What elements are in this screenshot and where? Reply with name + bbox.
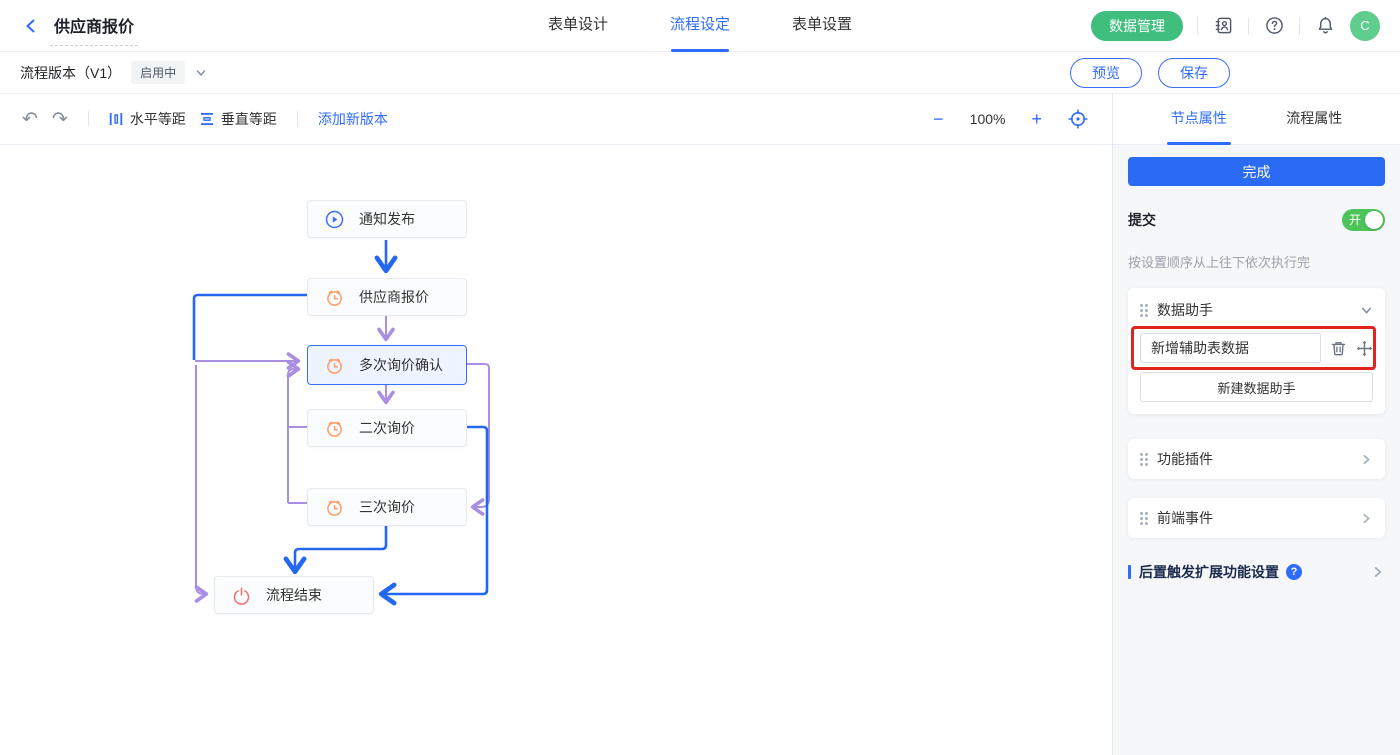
post-trigger-title: 后置触发扩展功能设置 <box>1139 562 1279 582</box>
divider <box>1248 17 1249 35</box>
tab-flow-properties[interactable]: 流程属性 <box>1286 94 1342 145</box>
canvas-toolbar: ↶ ↷ 水平等距 垂直等距 添加新版本 − 100% + <box>0 94 1112 145</box>
node-label: 流程结束 <box>266 585 322 605</box>
flow-node-supplier-quote[interactable]: 供应商报价 <box>307 278 467 316</box>
flow-connectors <box>0 145 1112 755</box>
flow-node-notify-publish[interactable]: 通知发布 <box>307 200 467 238</box>
delete-trash-icon[interactable] <box>1330 340 1347 357</box>
submit-label: 提交 <box>1128 210 1156 230</box>
data-helper-title: 数据助手 <box>1157 300 1213 320</box>
data-helper-name-input[interactable] <box>1140 333 1321 363</box>
panel-tabs: 节点属性 流程属性 <box>1113 94 1400 145</box>
page-title: 供应商报价 <box>50 13 138 46</box>
divider <box>1197 17 1198 35</box>
tab-node-properties[interactable]: 节点属性 <box>1171 94 1227 145</box>
distribute-horizontal-button[interactable]: 水平等距 <box>109 109 186 129</box>
zoom-in-button[interactable]: + <box>1031 110 1042 128</box>
flow-node-second-inquiry[interactable]: 二次询价 <box>307 409 467 447</box>
execution-order-hint: 按设置顺序从上往下依次执行完 <box>1128 252 1385 271</box>
divider <box>297 111 298 127</box>
locate-target-icon[interactable] <box>1068 109 1088 129</box>
properties-panel: 节点属性 流程属性 完成 提交 开 按设置顺序从上往下依次执行完 数据助手 <box>1113 94 1400 755</box>
function-plugin-title: 功能插件 <box>1157 449 1213 469</box>
complete-button[interactable]: 完成 <box>1128 157 1385 186</box>
data-helper-header[interactable]: 数据助手 <box>1140 300 1373 320</box>
node-label: 多次询价确认 <box>359 355 443 375</box>
preview-button[interactable]: 预览 <box>1070 58 1142 88</box>
data-helper-card: 数据助手 新建数据助手 <box>1128 288 1385 414</box>
accent-bar <box>1128 565 1131 579</box>
data-manage-button[interactable]: 数据管理 <box>1091 11 1183 41</box>
frontend-event-card[interactable]: 前端事件 <box>1128 498 1385 538</box>
add-data-helper-button[interactable]: 新建数据助手 <box>1140 372 1373 402</box>
divider <box>1299 17 1300 35</box>
chevron-down-icon[interactable] <box>1360 304 1373 317</box>
redo-icon[interactable]: ↷ <box>52 110 68 129</box>
node-label: 三次询价 <box>359 497 415 517</box>
back-button[interactable] <box>20 15 42 37</box>
power-icon <box>232 586 251 605</box>
notification-bell-icon[interactable] <box>1314 15 1336 37</box>
tab-form-setting[interactable]: 表单设置 <box>792 0 852 52</box>
flow-node-multi-inquiry-confirm[interactable]: 多次询价确认 <box>307 345 467 385</box>
undo-icon[interactable]: ↶ <box>22 110 38 129</box>
save-button[interactable]: 保存 <box>1158 58 1230 88</box>
move-icon[interactable] <box>1356 340 1373 357</box>
distribute-vertical-button[interactable]: 垂直等距 <box>200 109 277 129</box>
toggle-on-label: 开 <box>1349 212 1361 228</box>
play-icon <box>325 210 344 229</box>
zoom-level: 100% <box>970 111 1006 127</box>
drag-handle-icon[interactable] <box>1140 304 1148 317</box>
header-tabs: 表单设计 流程设定 表单设置 <box>548 0 852 52</box>
distribute-horizontal-icon <box>109 112 123 126</box>
status-badge: 启用中 <box>131 61 185 84</box>
flow-node-third-inquiry[interactable]: 三次询价 <box>307 488 467 526</box>
timer-icon <box>325 419 344 438</box>
zoom-out-button[interactable]: − <box>933 110 944 128</box>
drag-handle-icon[interactable] <box>1140 453 1148 466</box>
chevron-down-icon[interactable] <box>195 67 207 79</box>
flow-node-process-end[interactable]: 流程结束 <box>214 576 374 614</box>
avatar[interactable]: C <box>1350 11 1380 41</box>
frontend-event-title: 前端事件 <box>1157 508 1213 528</box>
tab-form-design[interactable]: 表单设计 <box>548 0 608 52</box>
timer-icon <box>325 498 344 517</box>
node-label: 通知发布 <box>359 209 415 229</box>
chevron-right-icon <box>1371 565 1385 579</box>
distribute-vertical-icon <box>200 112 214 126</box>
timer-icon <box>325 356 344 375</box>
timer-icon <box>325 288 344 307</box>
function-plugin-card[interactable]: 功能插件 <box>1128 439 1385 479</box>
help-question-icon[interactable]: ? <box>1286 564 1302 580</box>
add-version-link[interactable]: 添加新版本 <box>318 109 388 129</box>
version-bar: 流程版本（V1） 启用中 预览 保存 <box>0 52 1400 94</box>
post-trigger-row[interactable]: 后置触发扩展功能设置 ? <box>1128 562 1385 582</box>
divider <box>88 111 89 127</box>
app-header: 供应商报价 表单设计 流程设定 表单设置 数据管理 C <box>0 0 1400 52</box>
node-label: 二次询价 <box>359 418 415 438</box>
contacts-icon[interactable] <box>1212 15 1234 37</box>
chevron-left-icon <box>24 19 38 33</box>
help-icon[interactable] <box>1263 15 1285 37</box>
submit-toggle[interactable]: 开 <box>1342 209 1385 231</box>
chevron-right-icon <box>1360 512 1373 525</box>
drag-handle-icon[interactable] <box>1140 512 1148 525</box>
version-label: 流程版本（V1） <box>20 63 121 83</box>
chevron-right-icon <box>1360 453 1373 466</box>
node-label: 供应商报价 <box>359 287 429 307</box>
flow-canvas[interactable]: 通知发布 供应商报价 多次询价确认 二次询价 <box>0 145 1112 755</box>
toggle-knob <box>1365 211 1383 229</box>
tab-flow-setting[interactable]: 流程设定 <box>670 0 730 52</box>
